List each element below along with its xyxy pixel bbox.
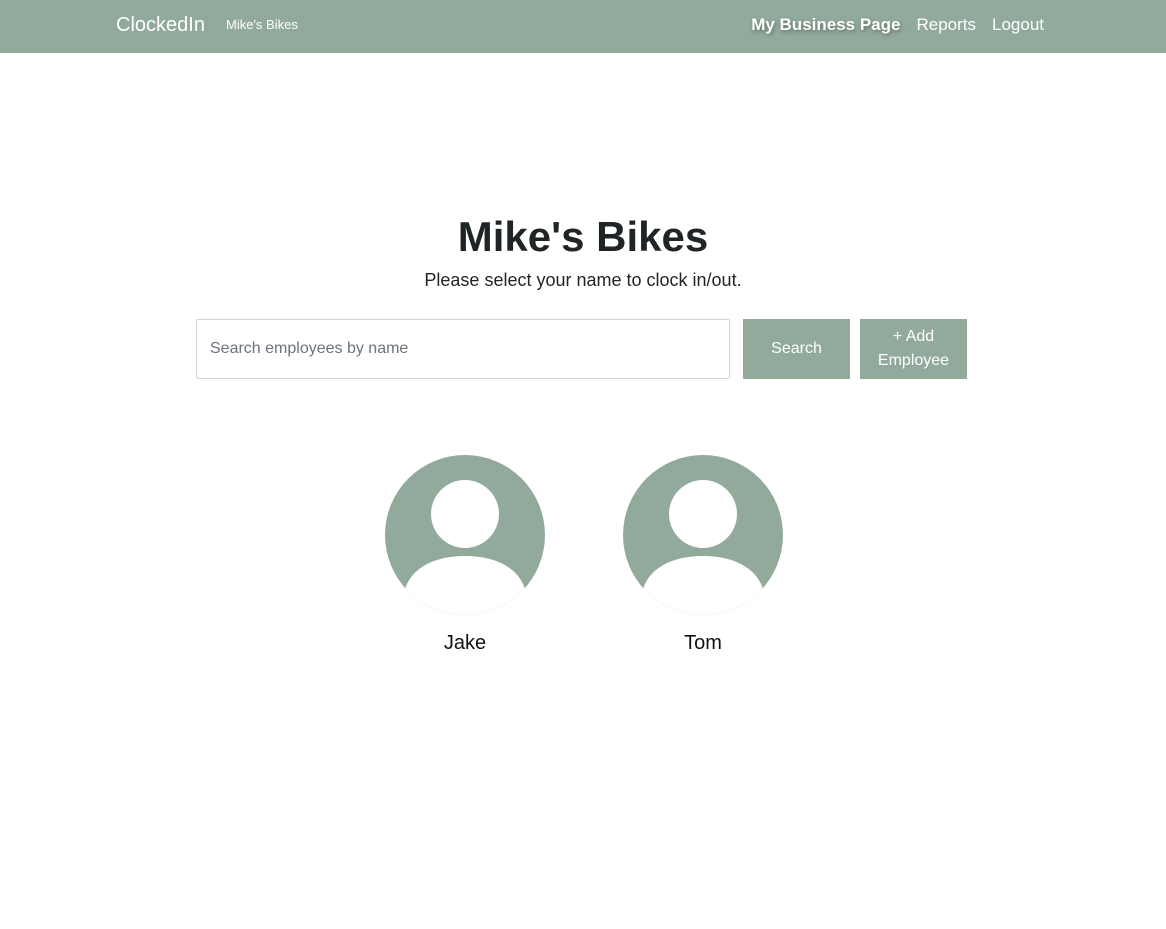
employee-card-tom[interactable]: Tom [623, 455, 783, 654]
search-input[interactable] [196, 319, 730, 379]
page-subtitle: Please select your name to clock in/out. [424, 270, 742, 290]
brand-logo[interactable]: ClockedIn [116, 13, 205, 37]
nav-link-reports[interactable]: Reports [916, 15, 976, 35]
nav-links: My Business Page Reports Logout [751, 15, 1044, 35]
user-avatar-icon [385, 455, 545, 615]
search-button[interactable]: Search [743, 319, 850, 379]
employee-card-jake[interactable]: Jake [385, 455, 545, 654]
page-title: Mike's Bikes [457, 213, 709, 260]
employee-name: Jake [443, 632, 487, 654]
user-avatar-icon [623, 455, 783, 615]
business-name: Mike's Bikes [226, 17, 298, 32]
add-employee-button[interactable]: + Add Employee [860, 319, 967, 379]
employee-name: Tom [684, 632, 722, 654]
nav-link-my-business-page[interactable]: My Business Page [751, 15, 900, 35]
nav-link-logout[interactable]: Logout [992, 15, 1044, 35]
navbar: ClockedIn Mike's Bikes My Business Page … [0, 0, 1166, 53]
